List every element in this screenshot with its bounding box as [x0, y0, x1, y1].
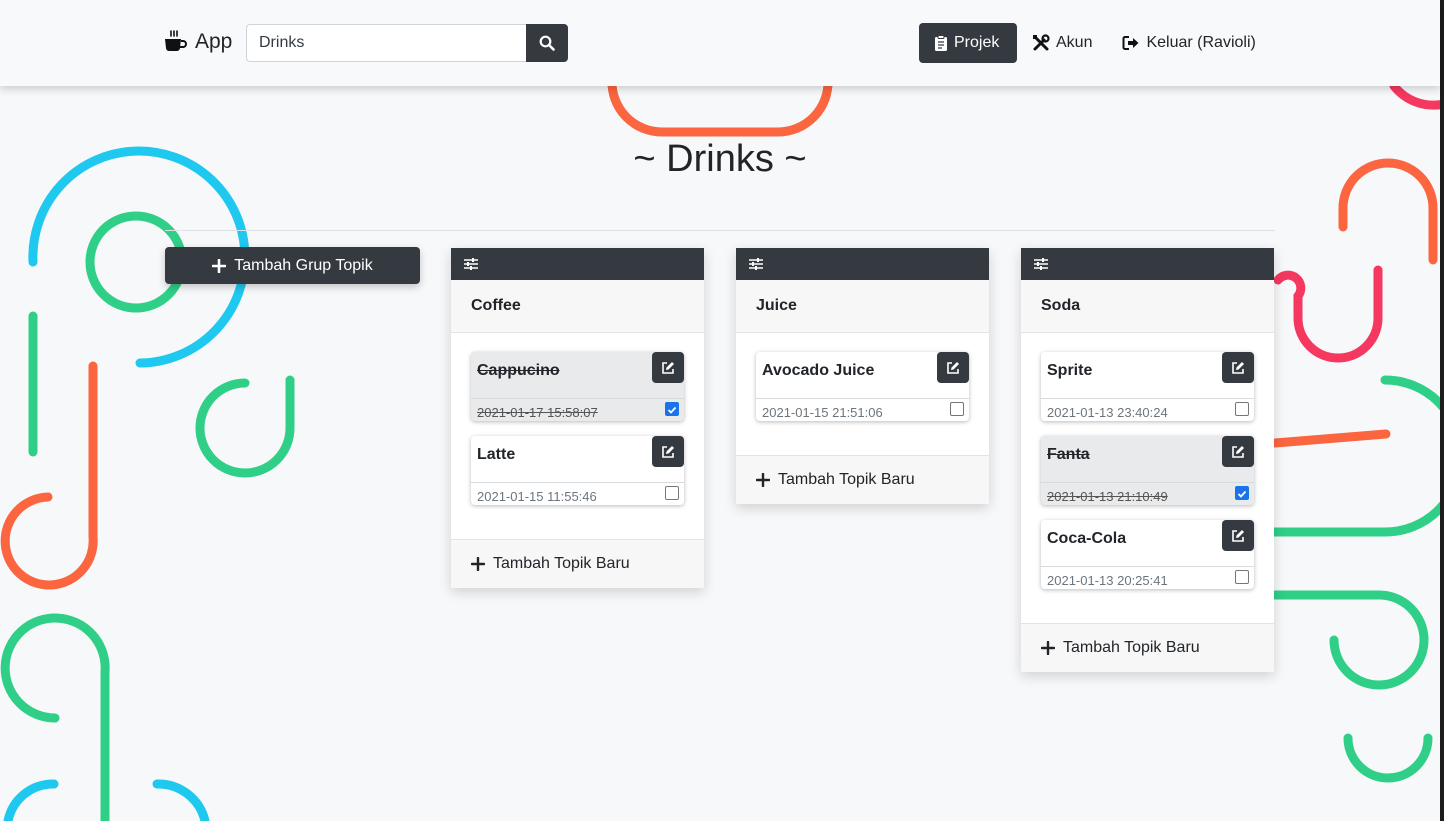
edit-topic-button[interactable] — [1222, 520, 1254, 551]
topic-card[interactable]: Sprite 2021-01-13 23:40:24 — [1041, 352, 1254, 421]
add-topic-label: Tambah Topik Baru — [778, 471, 915, 488]
topic-checkbox[interactable] — [665, 486, 679, 500]
topic-title: Cappucino — [477, 362, 560, 379]
window-edge — [1440, 0, 1444, 821]
topic-card[interactable]: Cappucino 2021-01-17 15:58:07 — [471, 352, 684, 421]
sign-out-icon — [1122, 36, 1139, 50]
nav-logout-button[interactable]: Keluar (Ravioli) — [1107, 23, 1270, 63]
topic-date: 2021-01-13 21:10:49 — [1047, 489, 1168, 504]
topic-title: Coca-Cola — [1047, 530, 1127, 547]
topic-card[interactable]: Avocado Juice 2021-01-15 21:51:06 — [756, 352, 969, 421]
edit-icon — [662, 361, 674, 374]
topic-date: 2021-01-13 20:25:41 — [1047, 573, 1168, 588]
edit-icon — [1232, 529, 1244, 542]
group-name: Coffee — [451, 280, 704, 333]
plus-icon — [212, 258, 227, 273]
topic-card[interactable]: Fanta 2021-01-13 21:10:49 — [1041, 436, 1254, 505]
topic-title: Avocado Juice — [762, 362, 875, 379]
check-icon — [1237, 490, 1247, 498]
topic-date: 2021-01-13 23:40:24 — [1047, 405, 1168, 420]
group-settings-bar[interactable] — [451, 248, 704, 280]
plus-icon — [1041, 641, 1055, 655]
search-input[interactable] — [246, 24, 526, 62]
edit-icon — [1232, 361, 1244, 374]
coffee-cup-icon — [165, 30, 187, 51]
topic-checkbox[interactable] — [1235, 486, 1249, 500]
plus-icon — [471, 557, 485, 571]
check-icon — [667, 406, 677, 414]
edit-topic-button[interactable] — [937, 352, 969, 383]
add-topic-button[interactable]: Tambah Topik Baru — [736, 455, 989, 504]
topic-title: Sprite — [1047, 362, 1093, 379]
group-name: Soda — [1021, 280, 1274, 333]
topic-card[interactable]: Latte 2021-01-15 11:55:46 — [471, 436, 684, 505]
nav-akun-label: Akun — [1056, 34, 1093, 51]
nav-logout-label: Keluar (Ravioli) — [1146, 34, 1256, 51]
topic-divider — [471, 482, 684, 483]
brand-label: App — [195, 30, 233, 53]
edit-icon — [662, 445, 674, 458]
topic-divider — [471, 398, 684, 399]
add-topic-label: Tambah Topik Baru — [1063, 639, 1200, 656]
nav-projek-label: Projek — [954, 34, 1000, 51]
divider — [165, 230, 1275, 231]
group-card-juice: Juice Avocado Juice 2021-01-15 21:51:06 … — [736, 248, 989, 504]
add-topic-button[interactable]: Tambah Topik Baru — [451, 539, 704, 588]
group-card-coffee: Coffee Cappucino 2021-01-17 15:58:07 Lat… — [451, 248, 704, 588]
edit-icon — [1232, 445, 1244, 458]
topic-title: Fanta — [1047, 446, 1090, 463]
plus-icon — [756, 473, 770, 487]
topic-divider — [1041, 398, 1254, 399]
search-button[interactable] — [526, 24, 568, 62]
edit-icon — [947, 361, 959, 374]
topic-divider — [1041, 482, 1254, 483]
group-card-soda: Soda Sprite 2021-01-13 23:40:24 Fanta 20… — [1021, 248, 1274, 672]
search-form — [246, 24, 568, 62]
topic-list: Avocado Juice 2021-01-15 21:51:06 — [736, 333, 989, 455]
edit-topic-button[interactable] — [652, 436, 684, 467]
navbar: App Projek Akun — [0, 0, 1440, 86]
add-topic-button[interactable]: Tambah Topik Baru — [1021, 623, 1274, 672]
topic-list: Cappucino 2021-01-17 15:58:07 Latte 2021… — [451, 333, 704, 539]
topic-date: 2021-01-15 11:55:46 — [477, 489, 597, 504]
page-title: ~ Drinks ~ — [633, 138, 807, 180]
sliders-icon — [749, 258, 763, 270]
topic-date: 2021-01-15 21:51:06 — [762, 405, 883, 420]
topic-checkbox[interactable] — [1235, 570, 1249, 584]
group-settings-bar[interactable] — [1021, 248, 1274, 280]
add-group-button[interactable]: Tambah Grup Topik — [165, 247, 420, 284]
edit-topic-button[interactable] — [1222, 352, 1254, 383]
edit-topic-button[interactable] — [652, 352, 684, 383]
sliders-icon — [1034, 258, 1048, 270]
tools-icon — [1033, 34, 1050, 51]
topic-divider — [756, 398, 969, 399]
clipboard-icon — [935, 35, 947, 51]
topic-date: 2021-01-17 15:58:07 — [477, 405, 598, 420]
edit-topic-button[interactable] — [1222, 436, 1254, 467]
topic-list: Sprite 2021-01-13 23:40:24 Fanta 2021-01… — [1021, 333, 1274, 623]
sliders-icon — [464, 258, 478, 270]
nav-akun-button[interactable]: Akun — [1017, 23, 1107, 63]
topic-title: Latte — [477, 446, 516, 463]
group-settings-bar[interactable] — [736, 248, 989, 280]
topic-checkbox[interactable] — [950, 402, 964, 416]
topic-checkbox[interactable] — [665, 402, 679, 416]
topic-card[interactable]: Coca-Cola 2021-01-13 20:25:41 — [1041, 520, 1254, 589]
group-name: Juice — [736, 280, 989, 333]
topic-divider — [1041, 566, 1254, 567]
add-topic-label: Tambah Topik Baru — [493, 555, 630, 572]
brand[interactable]: App — [163, 30, 232, 54]
nav-projek-button[interactable]: Projek — [919, 23, 1017, 63]
search-icon — [539, 35, 555, 51]
nav-links: Projek Akun Keluar (Ravioli) — [919, 23, 1271, 63]
topic-checkbox[interactable] — [1235, 402, 1249, 416]
add-group-label: Tambah Grup Topik — [234, 256, 373, 274]
